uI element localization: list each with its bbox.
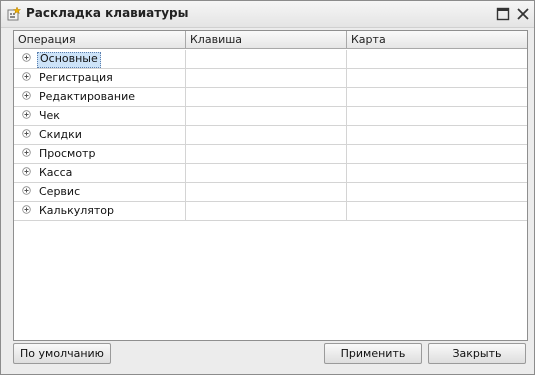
- apply-button[interactable]: Применить: [324, 343, 422, 364]
- column-header-key[interactable]: Клавиша: [186, 31, 347, 48]
- title-bar: Раскладка клавиатуры: [1, 1, 534, 28]
- key-cell[interactable]: [186, 202, 347, 220]
- key-cell[interactable]: [186, 50, 347, 68]
- column-header-operation[interactable]: Операция: [14, 31, 186, 48]
- operation-cell[interactable]: Регистрация: [14, 69, 186, 87]
- expand-plus-icon[interactable]: [22, 72, 31, 81]
- operation-cell[interactable]: Чек: [14, 107, 186, 125]
- table-row[interactable]: Основные: [14, 50, 527, 69]
- expand-plus-icon[interactable]: [22, 186, 31, 195]
- table-row[interactable]: Редактирование: [14, 88, 527, 107]
- expand-plus-icon[interactable]: [22, 167, 31, 176]
- table-row[interactable]: Касса: [14, 164, 527, 183]
- expand-plus-icon[interactable]: [22, 129, 31, 138]
- operations-table[interactable]: Операция Клавиша Карта Основные Регистра…: [13, 30, 528, 341]
- key-cell[interactable]: [186, 164, 347, 182]
- operation-label: Скидки: [39, 128, 82, 141]
- operation-label: Касса: [39, 166, 73, 179]
- window-title: Раскладка клавиатуры: [26, 6, 189, 20]
- keyboard-app-icon: [7, 6, 22, 21]
- card-cell[interactable]: [347, 183, 527, 201]
- key-cell[interactable]: [186, 126, 347, 144]
- operation-label: Основные: [37, 52, 101, 68]
- table-row[interactable]: Сервис: [14, 183, 527, 202]
- expand-plus-icon[interactable]: [22, 53, 31, 62]
- operation-cell[interactable]: Редактирование: [14, 88, 186, 106]
- key-cell[interactable]: [186, 69, 347, 87]
- operation-label: Просмотр: [39, 147, 96, 160]
- keyboard-layout-window: Раскладка клавиатуры Операция Клавиша Ка…: [0, 0, 535, 375]
- operation-cell[interactable]: Сервис: [14, 183, 186, 201]
- close-icon[interactable]: [516, 7, 530, 21]
- operation-cell[interactable]: Касса: [14, 164, 186, 182]
- card-cell[interactable]: [347, 202, 527, 220]
- operation-label: Чек: [39, 109, 60, 122]
- expand-plus-icon[interactable]: [22, 205, 31, 214]
- default-button[interactable]: По умолчанию: [13, 343, 111, 364]
- card-cell[interactable]: [347, 69, 527, 87]
- card-cell[interactable]: [347, 50, 527, 68]
- expand-plus-icon[interactable]: [22, 110, 31, 119]
- expand-plus-icon[interactable]: [22, 91, 31, 100]
- operation-cell[interactable]: Просмотр: [14, 145, 186, 163]
- table-row[interactable]: Регистрация: [14, 69, 527, 88]
- card-cell[interactable]: [347, 88, 527, 106]
- card-cell[interactable]: [347, 107, 527, 125]
- card-cell[interactable]: [347, 145, 527, 163]
- operation-cell[interactable]: Скидки: [14, 126, 186, 144]
- operation-label: Редактирование: [39, 90, 135, 103]
- operation-label: Калькулятор: [39, 204, 114, 217]
- key-cell[interactable]: [186, 145, 347, 163]
- maximize-icon[interactable]: [496, 7, 510, 21]
- table-row[interactable]: Скидки: [14, 126, 527, 145]
- key-cell[interactable]: [186, 183, 347, 201]
- card-cell[interactable]: [347, 164, 527, 182]
- operation-cell[interactable]: Основные: [14, 50, 186, 68]
- close-button[interactable]: Закрыть: [428, 343, 526, 364]
- table-row[interactable]: Просмотр: [14, 145, 527, 164]
- card-cell[interactable]: [347, 126, 527, 144]
- table-row[interactable]: Калькулятор: [14, 202, 527, 221]
- key-cell[interactable]: [186, 88, 347, 106]
- table-row[interactable]: Чек: [14, 107, 527, 126]
- operation-cell[interactable]: Калькулятор: [14, 202, 186, 220]
- column-header-card[interactable]: Карта: [347, 31, 527, 48]
- operation-label: Регистрация: [39, 71, 113, 84]
- table-header: Операция Клавиша Карта: [14, 31, 527, 49]
- operation-label: Сервис: [39, 185, 81, 198]
- key-cell[interactable]: [186, 107, 347, 125]
- expand-plus-icon[interactable]: [22, 148, 31, 157]
